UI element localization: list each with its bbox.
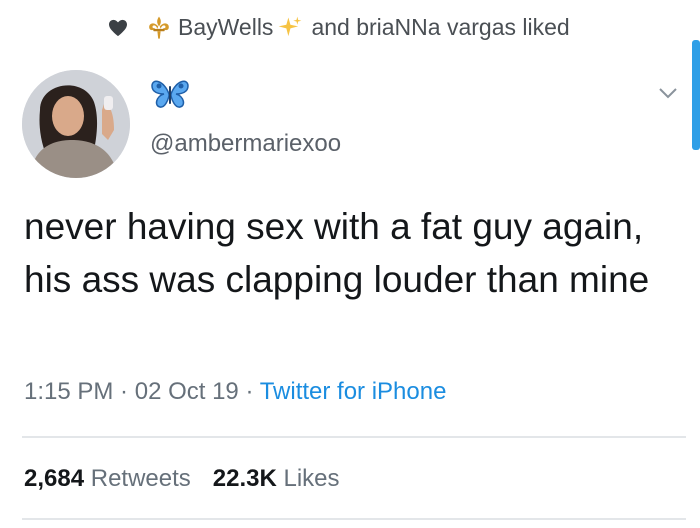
- retweets-count: 2,684: [24, 465, 85, 492]
- likes-label: Likes: [283, 465, 340, 492]
- social-context-row[interactable]: BayWells and briaNNa vargas liked: [108, 14, 570, 41]
- avatar[interactable]: [22, 70, 130, 178]
- tweet-time[interactable]: 1:15 PM: [24, 378, 113, 405]
- divider: [22, 518, 686, 520]
- sparkle-icon: [279, 16, 302, 36]
- tweet-source-link[interactable]: Twitter for iPhone: [260, 378, 447, 405]
- connector-text: and: [311, 14, 350, 40]
- liked-by-user-1[interactable]: BayWells: [178, 14, 273, 41]
- butterfly-icon: [151, 80, 189, 108]
- tweet-meta: 1:15 PM · 02 Oct 19 · Twitter for iPhone: [24, 378, 446, 406]
- retweets-label: Retweets: [90, 465, 191, 492]
- avatar-image: [22, 70, 130, 178]
- scrollbar[interactable]: [692, 40, 700, 150]
- tweet-stats: 2,684 Retweets 22.3K Likes: [24, 465, 340, 493]
- divider: [22, 436, 686, 438]
- author-handle[interactable]: @ambermariexoo: [150, 130, 341, 158]
- likes-stat[interactable]: 22.3K Likes: [213, 465, 340, 492]
- liked-by-user-2[interactable]: briaNNa vargas: [356, 14, 516, 41]
- meta-separator: ·: [113, 378, 135, 405]
- liked-action-text: liked: [522, 14, 570, 40]
- tweet-date[interactable]: 02 Oct 19: [135, 378, 239, 405]
- fleur-de-lis-icon: [149, 16, 169, 39]
- meta-separator: ·: [238, 378, 260, 405]
- likes-count: 22.3K: [212, 465, 277, 492]
- heart-icon: [109, 19, 127, 36]
- tweet-text: never having sex with a fat guy again, h…: [24, 206, 650, 300]
- retweets-stat[interactable]: 2,684 Retweets: [24, 465, 191, 492]
- chevron-down-icon[interactable]: [658, 86, 678, 100]
